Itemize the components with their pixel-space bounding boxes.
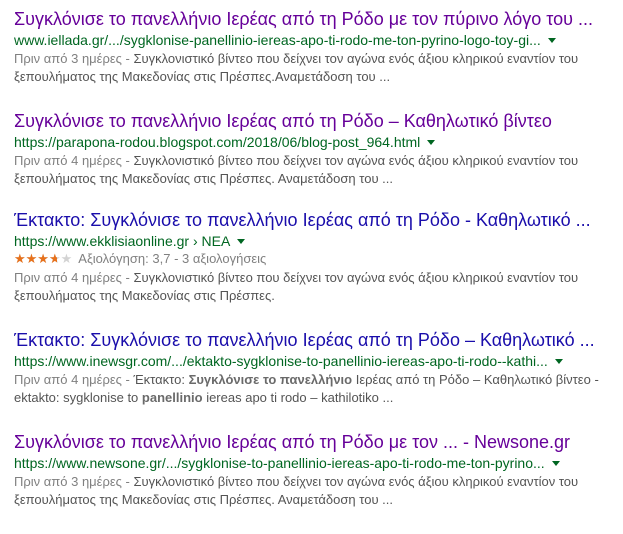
result-snippet: Πριν από 3 ημέρες - Συγκλονιστικό βίντεο… — [14, 473, 614, 509]
snippet-text: Ιερέας από τη Ρόδο – Καθηλωτικό βίντεο - — [352, 372, 599, 387]
result-url[interactable]: https://parapona-rodou.blogspot.com/2018… — [14, 134, 420, 150]
result-url-line: https://parapona-rodou.blogspot.com/2018… — [14, 133, 614, 151]
result-snippet: Πριν από 3 ημέρες - Συγκλονιστικό βίντεο… — [14, 50, 614, 86]
snippet-highlight: Συγκλόνισε το πανελλήνιο — [188, 372, 353, 387]
result-url[interactable]: https://www.ekklisiaonline.gr › ΝΕΑ — [14, 233, 230, 249]
snippet-text: Συγκλονιστικό βίντεο που δείχνει τον αγώ… — [133, 474, 579, 489]
snippet-text: Συγκλονιστικό βίντεο που δείχνει τον αγώ… — [133, 270, 579, 285]
search-results: Συγκλόνισε το πανελλήνιο Ιερέας από τη Ρ… — [0, 0, 623, 534]
snippet-text: Συγκλονιστικό βίντεο που δείχνει τον αγώ… — [133, 51, 579, 66]
rating-line: ★★★★★★★★★★ Αξιολόγηση: 3,7 - 3 αξιολογήσε… — [14, 250, 614, 268]
result-url-line: www.iellada.gr/.../sygklonise-panellinio… — [14, 31, 614, 49]
result-title-link[interactable]: Έκτακτο: Συγκλόνισε το πανελλήνιο Ιερέας… — [14, 209, 614, 231]
result-title-link[interactable]: Συγκλόνισε το πανελλήνιο Ιερέας από τη Ρ… — [14, 8, 614, 30]
snippet-text: ξεπουλήματος της Μακεδονίας στις Πρέσπες… — [14, 69, 391, 84]
snippet-text: ξεπουλήματος της Μακεδονίας στις Πρέσπες… — [14, 492, 393, 507]
result-url[interactable]: www.iellada.gr/.../sygklonise-panellinio… — [14, 32, 541, 48]
dropdown-arrow-icon[interactable] — [554, 359, 563, 364]
result-date: Πριν από 4 ημέρες - — [14, 372, 134, 387]
result-snippet: Πριν από 4 ημέρες - Έκτακτο: Συγκλόνισε … — [14, 371, 614, 407]
result-title-link[interactable]: Έκτακτο: Συγκλόνισε το πανελλήνιο Ιερέας… — [14, 329, 614, 351]
dropdown-arrow-icon[interactable] — [237, 239, 246, 244]
dropdown-arrow-icon[interactable] — [547, 38, 556, 43]
result-title-link[interactable]: Συγκλόνισε το πανελλήνιο Ιερέας από τη Ρ… — [14, 110, 614, 132]
snippet-text: Έκτακτο: — [133, 372, 189, 387]
dropdown-arrow-icon[interactable] — [551, 461, 560, 466]
snippet-text: Συγκλονιστικό βίντεο που δείχνει τον αγώ… — [133, 153, 579, 168]
result-date: Πριν από 3 ημέρες - — [14, 474, 134, 489]
search-result: Έκτακτο: Συγκλόνισε το πανελλήνιο Ιερέας… — [14, 209, 614, 305]
search-result: Συγκλόνισε το πανελλήνιο Ιερέας από τη Ρ… — [14, 431, 614, 509]
result-snippet: Πριν από 4 ημέρες - Συγκλονιστικό βίντεο… — [14, 269, 614, 305]
result-snippet: Πριν από 4 ημέρες - Συγκλονιστικό βίντεο… — [14, 152, 614, 188]
result-title-link[interactable]: Συγκλόνισε το πανελλήνιο Ιερέας από τη Ρ… — [14, 431, 614, 453]
result-url[interactable]: https://www.newsone.gr/.../sygklonise-to… — [14, 455, 545, 471]
result-date: Πριν από 4 ημέρες - — [14, 153, 134, 168]
result-url-line: https://www.inewsgr.com/.../ektakto-sygk… — [14, 352, 614, 370]
result-date: Πριν από 3 ημέρες - — [14, 51, 134, 66]
star-rating-icon: ★★★★★★★★★★ — [14, 251, 73, 266]
result-url[interactable]: https://www.inewsgr.com/.../ektakto-sygk… — [14, 353, 548, 369]
result-url-line: https://www.ekklisiaonline.gr › ΝΕΑ — [14, 232, 614, 250]
snippet-text: iereas apo ti rodo – kathilotiko ... — [202, 390, 394, 405]
snippet-text: ektakto: sygklonise to — [14, 390, 142, 405]
search-result: Έκτακτο: Συγκλόνισε το πανελλήνιο Ιερέας… — [14, 329, 614, 407]
rating-text: Αξιολόγηση: 3,7 - 3 αξιολογήσεις — [78, 251, 267, 266]
snippet-highlight: panellinio — [141, 390, 203, 405]
dropdown-arrow-icon[interactable] — [427, 140, 436, 145]
result-url-line: https://www.newsone.gr/.../sygklonise-to… — [14, 454, 614, 472]
search-result: Συγκλόνισε το πανελλήνιο Ιερέας από τη Ρ… — [14, 110, 614, 188]
snippet-text: ξεπουλήματος της Μακεδονίας στις Πρέσπες… — [14, 171, 393, 186]
result-date: Πριν από 4 ημέρες - — [14, 270, 134, 285]
snippet-text: ξεπουλήματος της Μακεδονίας στις Πρέσπες… — [14, 288, 275, 303]
search-result: Συγκλόνισε το πανελλήνιο Ιερέας από τη Ρ… — [14, 8, 614, 86]
